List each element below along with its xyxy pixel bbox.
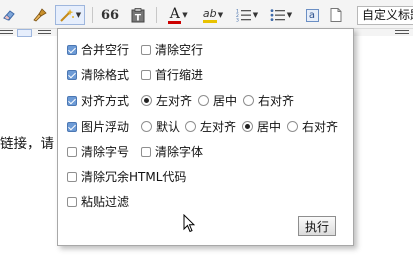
align-right-label: 右对齐 — [258, 94, 295, 108]
clear-format-brush-button[interactable] — [31, 5, 51, 25]
clear-format-brush-icon — [33, 8, 47, 22]
image-float-checkbox[interactable] — [67, 121, 77, 132]
chevron-down-icon: ▼ — [217, 11, 224, 19]
alignment-option[interactable]: 对齐方式 — [67, 92, 129, 109]
clear-font-size-option[interactable]: 清除字号 — [67, 143, 129, 160]
eraser-button[interactable] — [0, 5, 18, 25]
svg-text:T: T — [135, 13, 142, 23]
clear-font-family-checkbox[interactable] — [141, 146, 151, 157]
mouse-cursor-icon — [183, 214, 195, 233]
anchor-button[interactable]: a — [302, 5, 322, 25]
clear-font-size-label: 清除字号 — [81, 145, 130, 159]
float-left-radio-option[interactable]: 左对齐 — [185, 118, 236, 135]
align-right-radio-option[interactable]: 右对齐 — [243, 92, 294, 109]
clear-redundant-html-option[interactable]: 清除冗余HTML代码 — [67, 168, 186, 185]
toolbar-separator — [92, 7, 93, 23]
align-justify-icon[interactable] — [0, 29, 13, 37]
float-default-label: 默认 — [156, 120, 181, 134]
align-center-icon[interactable] — [38, 29, 51, 37]
align-left-radio-option[interactable]: 左对齐 — [141, 92, 192, 109]
clear-font-size-checkbox[interactable] — [67, 146, 77, 157]
autoformat-button[interactable]: ▼ — [55, 5, 85, 25]
clear-font-family-label: 清除字体 — [155, 145, 204, 159]
merge-lines-checkbox[interactable] — [67, 44, 77, 55]
paste-filter-label: 粘贴过滤 — [81, 195, 130, 209]
chevron-down-icon: ▼ — [252, 11, 259, 19]
anchor-icon: a — [305, 8, 319, 22]
unordered-list-icon — [270, 9, 285, 21]
first-line-indent-label: 首行缩进 — [155, 68, 204, 82]
float-default-radio-option[interactable]: 默认 — [141, 118, 180, 135]
clear-format-option[interactable]: 清除格式 — [67, 66, 129, 83]
remove-empty-lines-checkbox[interactable] — [141, 44, 151, 55]
float-right-label: 右对齐 — [302, 120, 339, 134]
image-float-label: 图片浮动 — [81, 120, 130, 134]
first-line-indent-option[interactable]: 首行缩进 — [141, 66, 203, 83]
chevron-down-icon: ▼ — [182, 11, 188, 19]
font-color-button[interactable]: A ▼ — [164, 5, 192, 25]
clear-redundant-html-label: 清除冗余HTML代码 — [81, 170, 187, 184]
blockquote-button[interactable]: 66 — [101, 5, 119, 25]
float-center-radio[interactable] — [242, 121, 253, 132]
clear-font-family-option[interactable]: 清除字体 — [141, 143, 203, 160]
clear-format-label: 清除格式 — [81, 68, 130, 82]
toolbar-separator — [156, 7, 157, 23]
paste-filter-option[interactable]: 粘贴过滤 — [67, 193, 129, 210]
align-left-radio[interactable] — [141, 95, 152, 106]
unordered-list-button[interactable]: ▼ — [266, 5, 296, 25]
ordered-list-button[interactable]: 1 2 3 ▼ — [232, 5, 262, 25]
merge-lines-option[interactable]: 合并空行 — [67, 41, 129, 58]
float-left-label: 左对齐 — [200, 120, 237, 134]
toolbar-row-1: ▼ 66 T A ▼ ab ▼ 1 2 3 ▼ ▼ a 自定义标 — [0, 0, 413, 29]
font-color-bar — [168, 20, 182, 24]
quote-icon: 66 — [100, 7, 120, 23]
paste-text-icon: T — [131, 7, 145, 23]
remove-empty-lines-option[interactable]: 清除空行 — [141, 41, 203, 58]
magic-wand-icon — [60, 9, 74, 22]
float-default-radio[interactable] — [141, 121, 152, 132]
float-center-radio-option[interactable]: 居中 — [242, 118, 281, 135]
toolbar-row2-icon[interactable] — [395, 29, 409, 37]
new-page-icon — [330, 8, 342, 22]
clear-format-checkbox[interactable] — [67, 69, 77, 80]
highlight-icon: ab — [202, 7, 217, 23]
align-left-icon[interactable] — [17, 29, 32, 37]
ordered-list-icon: 1 2 3 — [236, 9, 251, 23]
chevron-down-icon: ▼ — [75, 11, 82, 19]
remove-empty-lines-label: 清除空行 — [155, 43, 204, 57]
paragraph-style-select[interactable]: 自定义标题 — [357, 6, 413, 25]
align-center-label: 居中 — [213, 94, 238, 108]
alignment-label: 对齐方式 — [81, 94, 130, 108]
execute-button[interactable]: 执行 — [298, 216, 336, 236]
paste-text-button[interactable]: T — [128, 5, 148, 25]
first-line-indent-checkbox[interactable] — [141, 69, 151, 80]
highlight-button[interactable]: ab ▼ — [198, 5, 228, 25]
editor-content-text[interactable]: 链接，请 — [0, 132, 54, 152]
alignment-checkbox[interactable] — [67, 95, 77, 106]
clear-redundant-html-checkbox[interactable] — [67, 171, 77, 182]
float-right-radio-option[interactable]: 右对齐 — [287, 118, 338, 135]
align-center-radio-option[interactable]: 居中 — [198, 92, 237, 109]
autoformat-popup: 合并空行 清除空行 清除格式 首行缩进 对齐方式 左对齐 居中 右对齐 图片浮动… — [57, 28, 354, 246]
align-right-radio[interactable] — [243, 95, 254, 106]
highlight-color-bar — [202, 19, 217, 23]
chevron-down-icon: ▼ — [286, 11, 293, 19]
float-left-radio[interactable] — [185, 121, 196, 132]
float-right-radio[interactable] — [287, 121, 298, 132]
align-center-radio[interactable] — [198, 95, 209, 106]
new-page-button[interactable] — [326, 5, 346, 25]
float-center-label: 居中 — [257, 120, 282, 134]
align-left-label: 左对齐 — [156, 94, 193, 108]
eraser-icon — [3, 10, 15, 21]
image-float-option[interactable]: 图片浮动 — [67, 118, 129, 135]
font-color-icon: A — [168, 5, 182, 24]
svg-text:3: 3 — [236, 18, 239, 23]
merge-lines-label: 合并空行 — [81, 43, 130, 57]
paste-filter-checkbox[interactable] — [67, 196, 77, 207]
